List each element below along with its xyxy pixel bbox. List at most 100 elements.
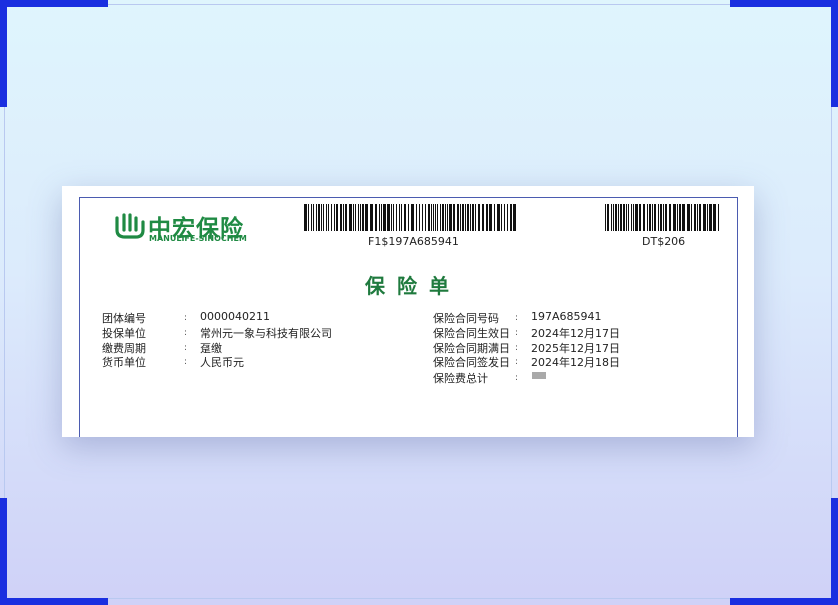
barcode-bar — [336, 204, 338, 231]
corner-marker — [0, 498, 7, 605]
barcode-bar — [375, 204, 377, 231]
barcode-bar — [387, 204, 390, 231]
field-label-effective-date: 保险合同生效日 — [433, 327, 510, 340]
corner-marker — [730, 598, 838, 605]
barcode-bar — [677, 204, 678, 231]
barcode-bar — [699, 204, 701, 231]
barcode-bar — [355, 204, 356, 231]
barcode-bar — [679, 204, 681, 231]
barcode-bar — [472, 204, 474, 231]
barcode-bar — [393, 204, 394, 231]
field-label-group-number: 团体编号 — [102, 312, 146, 325]
barcode-policy — [304, 204, 516, 231]
barcode-bar — [304, 204, 307, 231]
barcode-bar — [447, 204, 448, 231]
barcode-policy-text: F1$197A685941 — [368, 235, 459, 248]
barcode-bar — [618, 204, 619, 231]
field-value-issue-date: 2024年12月18日 — [531, 356, 620, 369]
barcode-bar — [673, 204, 676, 231]
barcode-bar — [633, 204, 634, 231]
barcode-bar — [391, 204, 392, 231]
barcode-dt-text: DT$206 — [642, 235, 686, 248]
barcode-bar — [457, 204, 459, 231]
barcode-bar — [628, 204, 629, 231]
barcode-bar — [331, 204, 332, 231]
field-label-issue-date: 保险合同签发日 — [433, 356, 510, 369]
barcode-bar — [442, 204, 444, 231]
barcode-bar — [654, 204, 656, 231]
barcode-bar — [370, 204, 373, 231]
barcode-bar — [709, 204, 712, 231]
barcode-bar — [358, 204, 359, 231]
barcode-bar — [507, 204, 508, 231]
barcode-bar — [682, 204, 685, 231]
barcode-bar — [467, 204, 469, 231]
barcode-bar — [718, 204, 719, 231]
barcode-bar — [501, 204, 502, 231]
barcode-bar — [379, 204, 380, 231]
corner-marker — [730, 0, 838, 7]
field-colon: : — [515, 373, 519, 383]
barcode-bar — [408, 204, 409, 231]
field-value-policyholder: 常州元一象与科技有限公司 — [200, 327, 332, 340]
barcode-bar — [631, 204, 632, 231]
barcode-bar — [435, 204, 436, 231]
barcode-bar — [313, 204, 314, 231]
barcode-bar — [494, 204, 495, 231]
barcode-bar — [691, 204, 692, 231]
barcode-bar — [323, 204, 324, 231]
barcode-bar — [318, 204, 320, 231]
barcode-bar — [623, 204, 625, 231]
barcode-bar — [383, 204, 386, 231]
field-colon: : — [184, 357, 188, 367]
barcode-bar — [340, 204, 342, 231]
barcode-bar — [697, 204, 698, 231]
barcode-bar — [470, 204, 471, 231]
barcode-bar — [639, 204, 641, 231]
barcode-bar — [658, 204, 659, 231]
barcode-bar — [635, 204, 638, 231]
barcode-bar — [345, 204, 347, 231]
barcode-bar — [611, 204, 612, 231]
field-colon: : — [515, 328, 519, 338]
barcode-bar — [381, 204, 382, 231]
barcode-bar — [449, 204, 452, 231]
barcode-bar — [665, 204, 667, 231]
barcode-bar — [510, 204, 512, 231]
barcode-bar — [425, 204, 426, 231]
field-value-effective-date: 2024年12月17日 — [531, 327, 620, 340]
barcode-bar — [620, 204, 622, 231]
barcode-bar — [652, 204, 653, 231]
barcode-bar — [660, 204, 662, 231]
barcode-bar — [399, 204, 400, 231]
barcode-bar — [328, 204, 329, 231]
corner-marker — [831, 0, 838, 107]
barcode-bar — [713, 204, 716, 231]
barcode-bar — [308, 204, 309, 231]
barcode-bar — [626, 204, 627, 231]
field-colon: : — [184, 328, 188, 338]
corner-marker — [0, 598, 108, 605]
field-colon: : — [184, 313, 188, 323]
redacted-premium-value — [532, 372, 546, 379]
barcode-bar — [453, 204, 455, 231]
corner-marker — [831, 498, 838, 605]
barcode-bar — [643, 204, 645, 231]
barcode-bar — [326, 204, 327, 231]
barcode-bar — [411, 204, 414, 231]
barcode-bar — [396, 204, 397, 231]
barcode-bar — [504, 204, 505, 231]
logo-hands-icon — [115, 213, 145, 239]
barcode-bar — [360, 204, 361, 231]
barcode-bar — [316, 204, 317, 231]
logo-english-name: MANULIFE-SINOCHEM — [149, 234, 247, 243]
barcode-bar — [607, 204, 609, 231]
corner-marker — [0, 0, 108, 7]
barcode-bar — [365, 204, 368, 231]
barcode-bar — [321, 204, 322, 231]
barcode-bar — [694, 204, 696, 231]
barcode-bar — [311, 204, 312, 231]
barcode-bar — [663, 204, 664, 231]
field-label-total-premium: 保险费总计 — [433, 372, 488, 385]
barcode-bar — [615, 204, 617, 231]
